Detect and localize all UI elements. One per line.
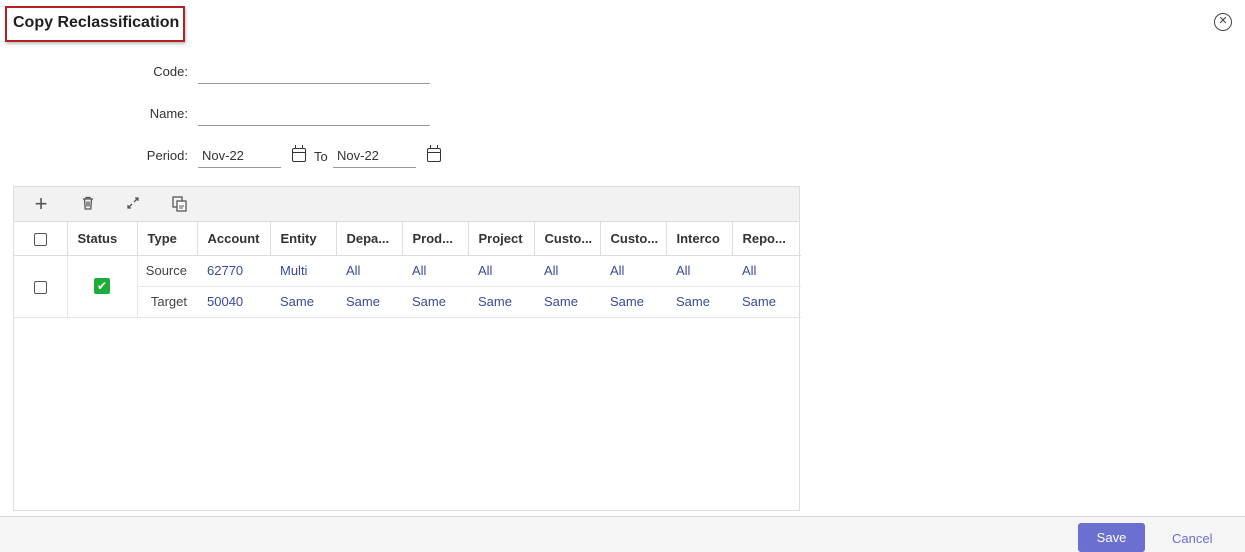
table-header-row: Status Type Account Entity Depa... Prod.…: [14, 222, 801, 256]
column-header[interactable]: Depa...: [336, 222, 403, 256]
interco-cell[interactable]: Same: [666, 286, 732, 318]
department-cell[interactable]: All: [336, 255, 402, 287]
select-all-checkbox[interactable]: [33, 232, 47, 246]
reclass-grid: + Status Type Account Entity Depa... Pro…: [13, 186, 801, 511]
name-input[interactable]: [198, 102, 430, 125]
link-icon[interactable]: [124, 195, 142, 213]
project-cell[interactable]: Same: [468, 286, 534, 318]
status-check-icon: ✔: [94, 278, 110, 294]
department-cell[interactable]: Same: [336, 286, 402, 318]
column-header[interactable]: Custo...: [534, 222, 601, 256]
period-to-wrap: [333, 144, 416, 168]
product-cell[interactable]: All: [402, 255, 468, 287]
type-cell: Source: [137, 255, 197, 287]
period-to-input[interactable]: [333, 144, 416, 167]
reporting-cell[interactable]: All: [732, 255, 801, 287]
period-from-input[interactable]: [198, 144, 281, 167]
column-header[interactable]: Status: [67, 222, 138, 256]
code-field-wrap: [198, 60, 430, 84]
entity-cell[interactable]: Multi: [270, 255, 336, 287]
name-field-wrap: [198, 102, 430, 126]
column-header[interactable]: Prod...: [402, 222, 469, 256]
name-label: Name:: [149, 106, 188, 121]
copy-icon[interactable]: [171, 195, 189, 213]
product-cell[interactable]: Same: [402, 286, 468, 318]
period-label: Period:: [146, 148, 188, 163]
code-input[interactable]: [198, 60, 430, 83]
dialog-title-box: Copy Reclassification: [5, 6, 185, 42]
project-cell[interactable]: All: [468, 255, 534, 287]
reporting-cell[interactable]: Same: [732, 286, 801, 318]
dialog-footer: Save Cancel: [0, 516, 1245, 552]
calendar-icon[interactable]: [292, 145, 306, 162]
column-header[interactable]: Type: [137, 222, 198, 256]
select-all-cell: [14, 222, 68, 256]
dialog-title: Copy Reclassification: [13, 14, 180, 31]
column-header[interactable]: Project: [468, 222, 535, 256]
grid-toolbar: +: [14, 187, 799, 222]
close-icon[interactable]: ✕: [1214, 13, 1232, 31]
trash-icon[interactable]: [79, 195, 97, 213]
calendar-icon[interactable]: [427, 145, 441, 162]
row-checkbox[interactable]: [33, 280, 47, 294]
save-button[interactable]: Save: [1078, 523, 1145, 552]
entity-cell[interactable]: Same: [270, 286, 336, 318]
row-select-cell: [14, 255, 68, 318]
account-cell[interactable]: 50040: [197, 286, 270, 318]
reclass-table: Status Type Account Entity Depa... Prod.…: [14, 222, 801, 318]
account-cell[interactable]: 62770: [197, 255, 270, 287]
plus-icon[interactable]: +: [32, 193, 50, 215]
column-header[interactable]: Custo...: [600, 222, 667, 256]
column-header[interactable]: Interco: [666, 222, 733, 256]
status-cell: ✔: [67, 255, 138, 318]
column-header[interactable]: Account: [197, 222, 271, 256]
customer2-cell[interactable]: Same: [600, 286, 666, 318]
column-header[interactable]: Repo...: [732, 222, 801, 256]
customer-cell[interactable]: Same: [534, 286, 600, 318]
cancel-button[interactable]: Cancel: [1172, 531, 1212, 546]
type-cell: Target: [137, 286, 197, 318]
customer2-cell[interactable]: All: [600, 255, 666, 287]
code-label: Code:: [153, 64, 188, 79]
period-from-wrap: [198, 144, 281, 168]
customer-cell[interactable]: All: [534, 255, 600, 287]
table-row-source[interactable]: ✔ Source 62770 Multi All All All All All…: [14, 255, 801, 318]
interco-cell[interactable]: All: [666, 255, 732, 287]
column-header[interactable]: Entity: [270, 222, 337, 256]
period-to-label: To: [314, 149, 328, 164]
